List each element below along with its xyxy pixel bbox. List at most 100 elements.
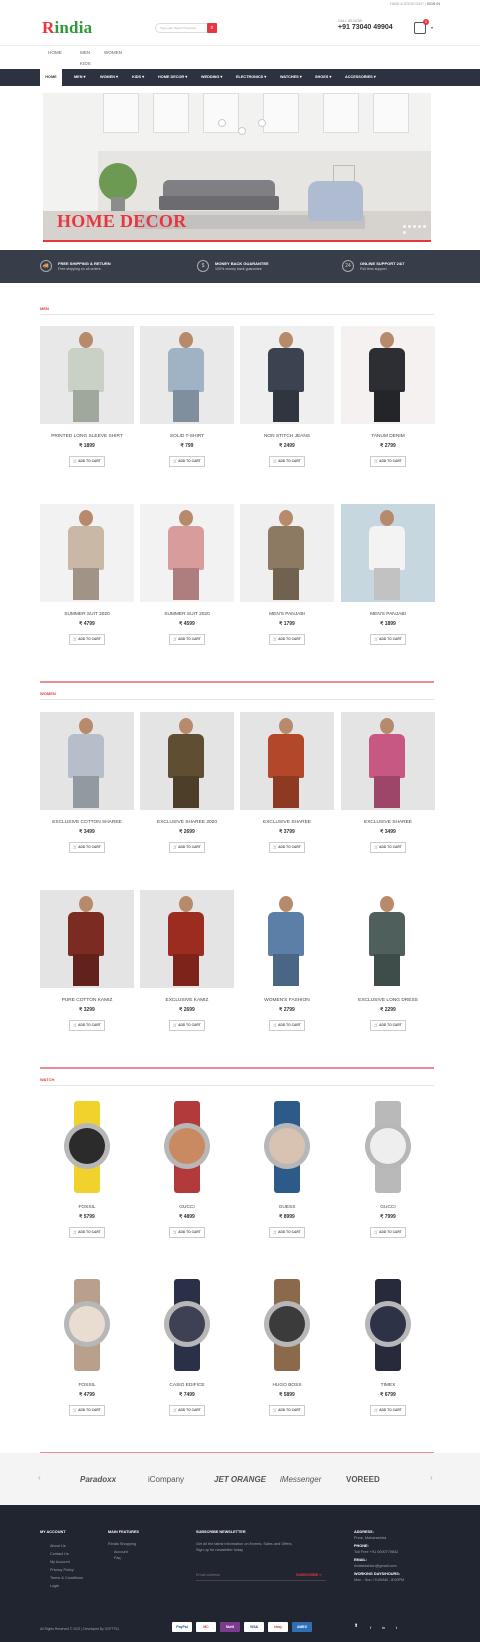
add-to-cart-button[interactable]: 🛒 ADD TO CART [269, 1020, 305, 1031]
product-image[interactable] [140, 326, 234, 424]
product-name[interactable]: MEN'S PANJABI [341, 612, 435, 617]
brand-logo[interactable]: VOREED [346, 1475, 380, 1484]
add-to-cart-button[interactable]: 🛒 ADD TO CART [69, 1227, 105, 1238]
add-to-cart-button[interactable]: 🛒 ADD TO CART [69, 456, 105, 467]
product-card[interactable]: EXCLUSIVE COTTON SHAREE ₹ 3499 🛒 ADD TO CA… [40, 712, 134, 853]
add-to-cart-button[interactable]: 🛒 ADD TO CART [169, 1227, 205, 1238]
product-card[interactable]: EXCLUSIVE KAMIZ ₹ 2699 🛒 ADD TO CART [140, 890, 234, 1031]
product-name[interactable]: GUESS [240, 1205, 334, 1210]
product-card[interactable]: EXCLUSIVE SHAREE 2020 ₹ 2699 🛒 ADD TO CART [140, 712, 234, 853]
email-input[interactable]: Email address [196, 1573, 220, 1577]
nav-kids[interactable]: KIDS ▾ [132, 69, 144, 86]
product-name[interactable]: EXCLUSIVE LONG DRESS [341, 998, 435, 1003]
product-card[interactable]: TANUM DENIM ₹ 2799 🛒 ADD TO CART [341, 326, 435, 467]
product-card[interactable]: SUMMER SUIT 2020 ₹ 4599 🛒 ADD TO CART [140, 504, 234, 645]
add-to-cart-button[interactable]: 🛒 ADD TO CART [169, 1020, 205, 1031]
footer-link[interactable]: About Us [50, 1544, 66, 1548]
product-card[interactable]: GUCCI ₹ 7999 🛒 ADD TO CART [341, 1097, 435, 1238]
nav-watches[interactable]: WATCHES ▾ [280, 69, 302, 86]
product-name[interactable]: EXCLUSIVE SHAREE 2020 [140, 820, 234, 825]
chevron-left-icon[interactable]: ‹ [38, 1473, 41, 1482]
product-name[interactable]: PRINTED LONG SLEEVE SHIRT [40, 434, 134, 439]
product-name[interactable]: SUMMER SUIT 2020 [40, 612, 134, 617]
brand-logo[interactable]: JET ORANGE [214, 1475, 266, 1484]
chevron-down-icon[interactable]: ▾ [431, 25, 433, 30]
linkedin-icon[interactable]: in [382, 1625, 385, 1630]
product-name[interactable]: PURE COTTON KAMIZ [40, 998, 134, 1003]
product-name[interactable]: GUCCI [341, 1205, 435, 1210]
subscribe-button[interactable]: SUBSCRIBE > [296, 1573, 322, 1577]
footer-link[interactable]: Rindia Shopping [108, 1542, 136, 1546]
search-icon[interactable]: ⌕ [207, 23, 217, 33]
product-image[interactable] [240, 890, 334, 988]
product-image[interactable] [40, 1097, 134, 1195]
add-to-cart-button[interactable]: 🛒 ADD TO CART [370, 634, 406, 645]
product-card[interactable]: MEN'S PANJABI ₹ 1899 🛒 ADD TO CART [341, 504, 435, 645]
hero-banner[interactable]: HOME DECOR [43, 93, 431, 242]
product-name[interactable]: SOLID T-SHIRT [140, 434, 234, 439]
product-name[interactable]: EXCLUSIVE SHAREE [240, 820, 334, 825]
logo[interactable]: Rindia [42, 18, 92, 38]
nav-shoes[interactable]: SHOES ▾ [315, 69, 331, 86]
product-card[interactable]: HUGO BOSS ₹ 5899 🛒 ADD TO CART [240, 1275, 334, 1416]
footer-link[interactable]: My Account [50, 1560, 70, 1564]
product-card[interactable]: CASIO EDIFICE ₹ 7499 🛒 ADD TO CART [140, 1275, 234, 1416]
product-image[interactable] [140, 1097, 234, 1195]
footer-link[interactable]: Faq [114, 1556, 121, 1560]
product-image[interactable] [341, 1275, 435, 1373]
product-name[interactable]: GUCCI [140, 1205, 234, 1210]
nav-men[interactable]: MEN ▾ [74, 69, 85, 86]
subnav-home[interactable]: HOME [48, 50, 62, 55]
product-card[interactable]: SOLID T-SHIRT ₹ 799 🛒 ADD TO CART [140, 326, 234, 467]
product-image[interactable] [140, 890, 234, 988]
chevron-right-icon[interactable]: › [430, 1473, 433, 1482]
product-image[interactable] [341, 326, 435, 424]
product-image[interactable] [240, 712, 334, 810]
nav-women[interactable]: WOMEN ▾ [100, 69, 118, 86]
footer-link[interactable]: Contact Us [50, 1552, 69, 1556]
product-image[interactable] [40, 712, 134, 810]
product-image[interactable] [341, 712, 435, 810]
product-name[interactable]: HUGO BOSS [240, 1383, 334, 1388]
subnav-women[interactable]: WOMEN [104, 50, 122, 55]
product-image[interactable] [40, 504, 134, 602]
add-to-cart-button[interactable]: 🛒 ADD TO CART [169, 1405, 205, 1416]
add-to-cart-button[interactable]: 🛒 ADD TO CART [370, 456, 406, 467]
product-card[interactable]: NON STITCH JEANS ₹ 2499 🛒 ADD TO CART [240, 326, 334, 467]
product-image[interactable] [341, 1097, 435, 1195]
add-to-cart-button[interactable]: 🛒 ADD TO CART [269, 1227, 305, 1238]
nav-accessories[interactable]: ACCESSORIES ▾ [345, 69, 376, 86]
product-card[interactable]: WOMEN'S FASHION ₹ 2799 🛒 ADD TO CART [240, 890, 334, 1031]
footer-link[interactable]: Login [50, 1584, 59, 1588]
product-name[interactable]: FOSSIL [40, 1383, 134, 1388]
add-to-cart-button[interactable]: 🛒 ADD TO CART [370, 1020, 406, 1031]
add-to-cart-button[interactable]: 🛒 ADD TO CART [269, 842, 305, 853]
email-value[interactable]: rindiafashion@gmail.com [354, 1564, 397, 1568]
product-card[interactable]: TIMEX ₹ 6799 🛒 ADD TO CART [341, 1275, 435, 1416]
add-to-cart-button[interactable]: 🛒 ADD TO CART [370, 1227, 406, 1238]
product-card[interactable]: EXCLUSIVE LONG DRESS ₹ 2299 🛒 ADD TO CART [341, 890, 435, 1031]
product-image[interactable] [240, 1097, 334, 1195]
product-card[interactable]: PRINTED LONG SLEEVE SHIRT ₹ 1899 🛒 ADD TO … [40, 326, 134, 467]
product-image[interactable] [240, 1275, 334, 1373]
subnav-men[interactable]: MEN [80, 50, 90, 55]
add-to-cart-button[interactable]: 🛒 ADD TO CART [169, 842, 205, 853]
product-name[interactable]: EXCLUSIVE KAMIZ [140, 998, 234, 1003]
nav-wedding[interactable]: WEDDING ▾ [201, 69, 222, 86]
product-card[interactable]: PURE COTTON KAMIZ ₹ 3299 🛒 ADD TO CART [40, 890, 134, 1031]
product-name[interactable]: TIMEX [341, 1383, 435, 1388]
sign-in-link[interactable]: SIGN IN [427, 2, 440, 6]
brand-logo[interactable]: iMessenger [280, 1475, 321, 1484]
product-card[interactable]: MEN'S PANJABI ₹ 1799 🛒 ADD TO CART [240, 504, 334, 645]
product-image[interactable] [140, 712, 234, 810]
nav-electronics[interactable]: ELECTRONICS ▾ [236, 69, 266, 86]
product-card[interactable]: FOSSIL ₹ 4799 🛒 ADD TO CART [40, 1275, 134, 1416]
twitter-icon[interactable]: t [396, 1625, 397, 1630]
add-to-cart-button[interactable]: 🛒 ADD TO CART [69, 1405, 105, 1416]
product-card[interactable]: FOSSIL ₹ 5799 🛒 ADD TO CART [40, 1097, 134, 1238]
product-image[interactable] [240, 326, 334, 424]
add-to-cart-button[interactable]: 🛒 ADD TO CART [69, 634, 105, 645]
product-image[interactable] [40, 1275, 134, 1373]
product-card[interactable]: GUESS ₹ 8999 🛒 ADD TO CART [240, 1097, 334, 1238]
add-to-cart-button[interactable]: 🛒 ADD TO CART [370, 1405, 406, 1416]
